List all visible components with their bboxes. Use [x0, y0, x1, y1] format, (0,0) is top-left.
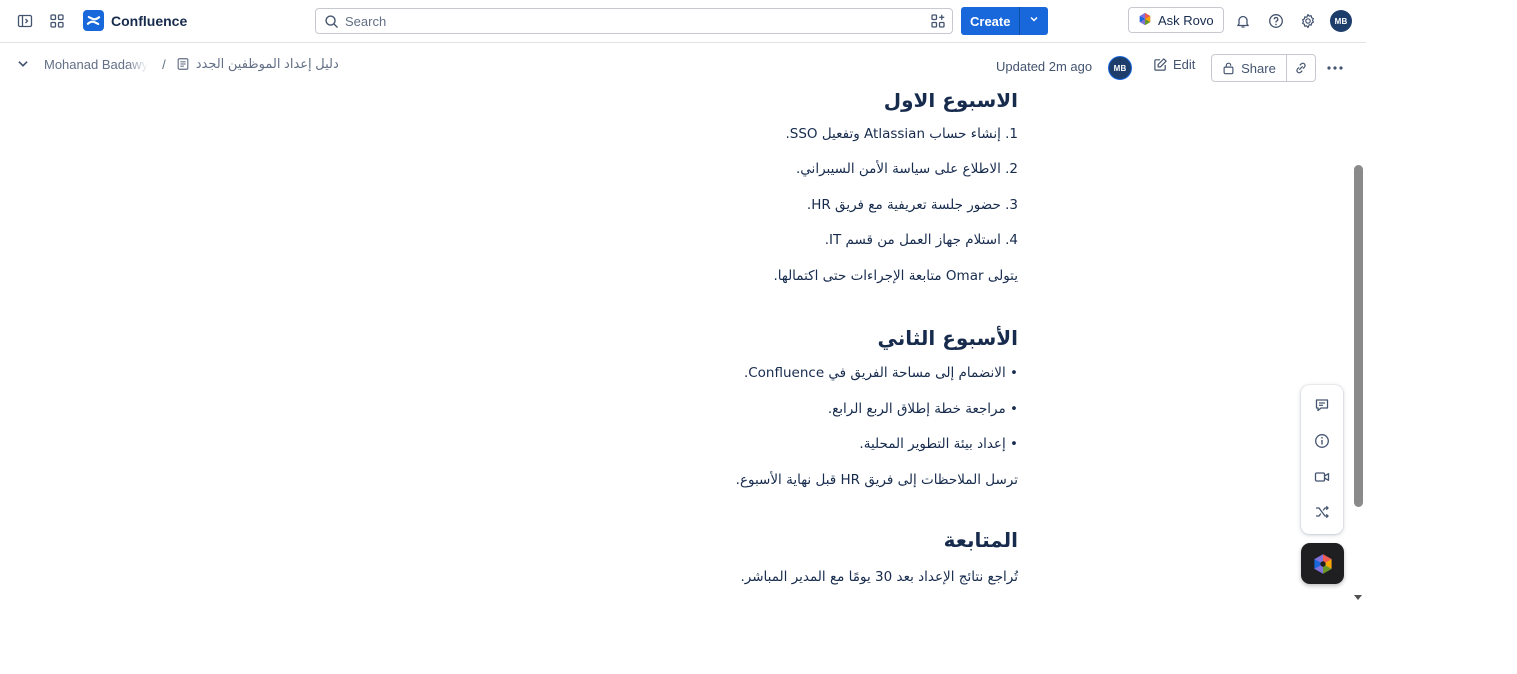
bullet-list-item: • الانضمام إلى مساحة الفريق في Confluenc…: [743, 365, 1018, 381]
heading-week-two: الأسبوع الثاني: [877, 326, 1018, 350]
create-dropdown-button[interactable]: [1019, 7, 1049, 35]
more-actions-button[interactable]: [1324, 57, 1346, 79]
last-updated-text: Updated 2m ago: [996, 59, 1093, 74]
page-header: Mohanad Badawy / دليل إعداد الموظفين الج…: [0, 43, 1366, 93]
expand-sidebar-button[interactable]: [16, 57, 30, 71]
paragraph: تُراجع نتائج الإعداد بعد 30 يومًا مع الم…: [740, 569, 1019, 585]
search-input[interactable]: [345, 11, 905, 31]
comment-icon[interactable]: [1311, 394, 1333, 416]
shuffle-icon[interactable]: [1311, 501, 1333, 523]
search-box[interactable]: [315, 8, 953, 34]
ask-rovo-button[interactable]: Ask Rovo: [1128, 7, 1224, 33]
video-icon[interactable]: [1311, 466, 1333, 488]
confluence-app: Confluence Create Ask Rovo: [0, 0, 1366, 604]
app-switcher-icon[interactable]: [47, 11, 67, 31]
bullet-list-item: • مراجعة خطة إطلاق الربع الرابع.: [827, 401, 1018, 417]
create-button[interactable]: Create: [961, 7, 1020, 35]
edit-label: Edit: [1173, 57, 1196, 72]
breadcrumb-space[interactable]: Mohanad Badawy: [44, 57, 148, 72]
bullet-list-item: • إعداد بيئة التطوير المحلية.: [859, 436, 1018, 452]
search-icon: [324, 14, 339, 34]
ordered-list-item: 1. إنشاء حساب Atlassian وتفعيل SSO.: [785, 126, 1018, 142]
rovo-icon: [1313, 553, 1333, 575]
chevron-down-icon: [16, 57, 30, 71]
floating-toolbar: [1301, 385, 1343, 534]
ordered-list-item: 4. استلام جهاز العمل من قسم IT.: [824, 232, 1018, 248]
share-button[interactable]: Share: [1211, 54, 1287, 82]
breadcrumb: Mohanad Badawy / دليل إعداد الموظفين الج…: [16, 56, 339, 72]
breadcrumb-page[interactable]: دليل إعداد الموظفين الجدد: [176, 56, 339, 72]
sidebar-toggle-icon[interactable]: [15, 11, 35, 31]
help-icon[interactable]: [1266, 11, 1286, 31]
gear-icon[interactable]: [1298, 11, 1318, 31]
confluence-logo[interactable]: Confluence: [83, 10, 187, 31]
rovo-icon: [1138, 12, 1152, 29]
edit-button[interactable]: Edit: [1153, 57, 1195, 72]
more-icon: [1326, 65, 1344, 71]
heading-week-one: الأسبوع الأول: [883, 93, 1018, 112]
rovo-chat-button[interactable]: [1301, 543, 1344, 584]
contributor-avatar[interactable]: MB: [1108, 56, 1132, 80]
user-avatar[interactable]: MB: [1330, 10, 1352, 32]
search-filter-icon[interactable]: [930, 13, 946, 34]
breadcrumb-separator: /: [162, 56, 166, 72]
paragraph: ترسل الملاحظات إلى فريق HR قبل نهاية الأ…: [735, 472, 1018, 488]
share-label: Share: [1241, 60, 1276, 76]
ask-rovo-label: Ask Rovo: [1158, 12, 1214, 28]
scroll-down-arrow-icon[interactable]: [1352, 592, 1364, 604]
scrollbar-thumb[interactable]: [1354, 165, 1363, 507]
heading-follow-up: المتابعة: [943, 528, 1018, 552]
info-icon[interactable]: [1311, 430, 1333, 452]
breadcrumb-page-title: دليل إعداد الموظفين الجدد: [195, 56, 339, 71]
bell-icon[interactable]: [1233, 11, 1253, 31]
lock-icon: [1222, 61, 1235, 75]
copy-link-button[interactable]: [1286, 54, 1316, 82]
ordered-list-item: 2. الاطلاع على سياسة الأمن السيبراني.: [796, 161, 1018, 177]
app-name: Confluence: [111, 12, 188, 29]
page-content: الأسبوع الأول 1. إنشاء حساب Atlassian وت…: [0, 93, 1350, 604]
create-button-group: Create: [961, 7, 1049, 35]
vertical-scrollbar[interactable]: [1352, 93, 1364, 604]
confluence-logo-icon: [83, 10, 104, 31]
page-icon: [176, 57, 190, 71]
link-icon: [1294, 61, 1308, 75]
paragraph: يتولى Omar متابعة الإجراءات حتى اكتمالها…: [773, 268, 1018, 284]
top-navigation: Confluence Create Ask Rovo: [0, 0, 1366, 43]
chevron-down-icon: [1028, 12, 1040, 30]
ordered-list-item: 3. حضور جلسة تعريفية مع فريق HR.: [806, 197, 1018, 213]
pencil-icon: [1153, 57, 1168, 72]
